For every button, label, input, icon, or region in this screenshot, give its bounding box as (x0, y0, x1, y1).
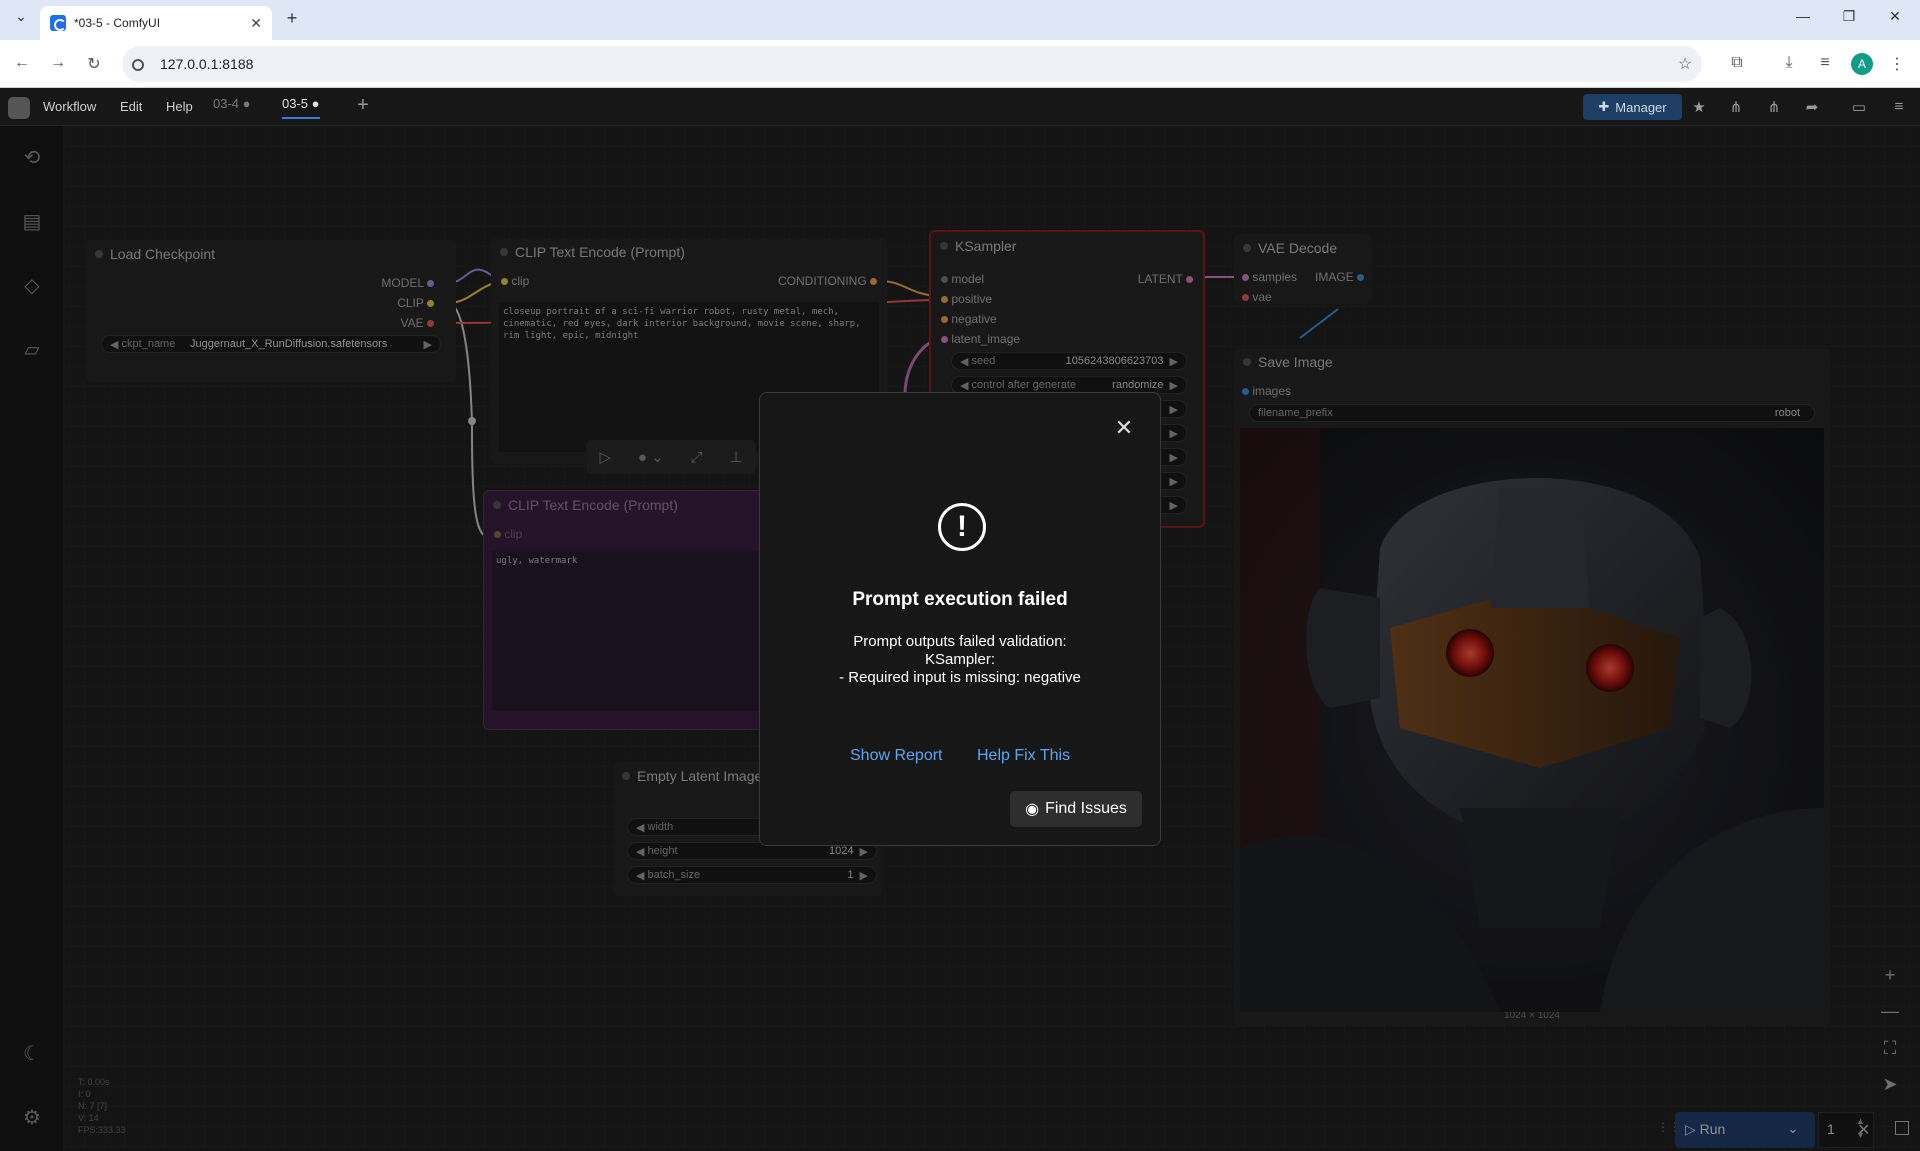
show-report-link[interactable]: Show Report (850, 747, 943, 765)
exclamation-circle-icon: ! (938, 503, 986, 551)
dialog-close-icon[interactable]: ✕ (1112, 417, 1136, 441)
find-issues-button[interactable]: ◉ Find Issues (1010, 791, 1142, 827)
dialog-message: Prompt outputs failed validation: KSampl… (760, 633, 1160, 687)
bottom-x-icon[interactable]: ✕ (1857, 1120, 1870, 1140)
message-line-3: - Required input is missing: negative (839, 669, 1081, 686)
dialog-title: Prompt execution failed (852, 589, 1068, 610)
help-fix-link[interactable]: Help Fix This (977, 747, 1070, 765)
error-dialog: ✕ ! Prompt execution failed Prompt outpu… (759, 392, 1161, 846)
bottom-panel-icon[interactable] (1895, 1121, 1909, 1135)
github-icon: ◉ (1025, 801, 1040, 818)
message-line-2: KSampler: (924, 651, 996, 668)
message-line-1: Prompt outputs failed validation: (853, 633, 1067, 650)
find-issues-label: Find Issues (1045, 800, 1127, 817)
